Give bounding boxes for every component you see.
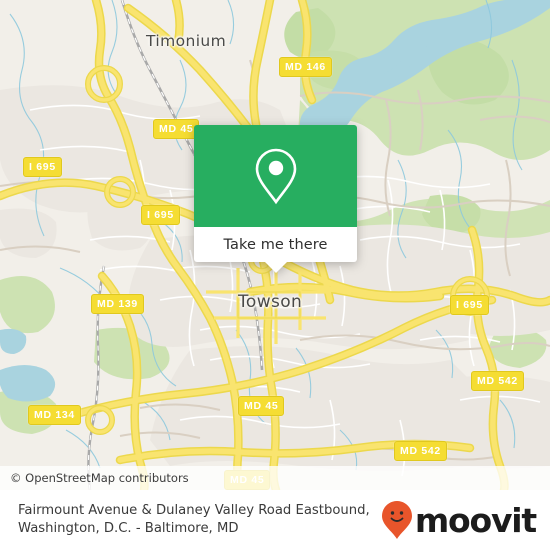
route-shield-md-139[interactable]: MD 139 xyxy=(91,294,144,314)
popup-pointer-tail xyxy=(264,262,287,273)
moovit-brand[interactable]: moovit xyxy=(381,500,537,540)
take-me-there-button[interactable]: Take me there xyxy=(223,237,327,253)
map-screenshot: Timonium Towson MD 146 MD 45 I 695 I 695… xyxy=(0,0,550,550)
route-shield-md-542-east[interactable]: MD 542 xyxy=(471,371,524,391)
route-shield-i-695-east[interactable]: I 695 xyxy=(450,295,489,315)
moovit-smiley-pin-icon xyxy=(381,501,412,539)
map-attribution-bar: © OpenStreetMap contributors xyxy=(0,466,550,490)
openstreetmap-attribution[interactable]: © OpenStreetMap contributors xyxy=(10,471,189,485)
route-shield-md-45-south[interactable]: MD 45 xyxy=(238,396,285,416)
route-shield-i-695-center[interactable]: I 695 xyxy=(141,205,180,225)
route-shield-md-542-west[interactable]: MD 542 xyxy=(394,441,447,461)
footer-bar: Fairmount Avenue & Dulaney Valley Road E… xyxy=(0,490,550,550)
map-pin-icon xyxy=(255,148,296,205)
popup-footer[interactable]: Take me there xyxy=(194,227,357,273)
route-shield-i-695-west[interactable]: I 695 xyxy=(23,157,62,177)
route-shield-md-146[interactable]: MD 146 xyxy=(279,57,332,77)
popup-header xyxy=(194,125,357,227)
map-canvas[interactable]: Timonium Towson MD 146 MD 45 I 695 I 695… xyxy=(0,0,550,490)
location-popup-card[interactable]: Take me there xyxy=(194,125,357,273)
station-title-line2: Washington, D.C. - Baltimore, MD xyxy=(18,521,239,536)
station-title: Fairmount Avenue & Dulaney Valley Road E… xyxy=(18,502,370,538)
route-shield-md-134[interactable]: MD 134 xyxy=(28,405,81,425)
station-title-line1: Fairmount Avenue & Dulaney Valley Road E… xyxy=(18,503,370,518)
moovit-wordmark: moovit xyxy=(414,500,537,540)
route-shield-md-45-north[interactable]: MD 45 xyxy=(153,119,200,139)
